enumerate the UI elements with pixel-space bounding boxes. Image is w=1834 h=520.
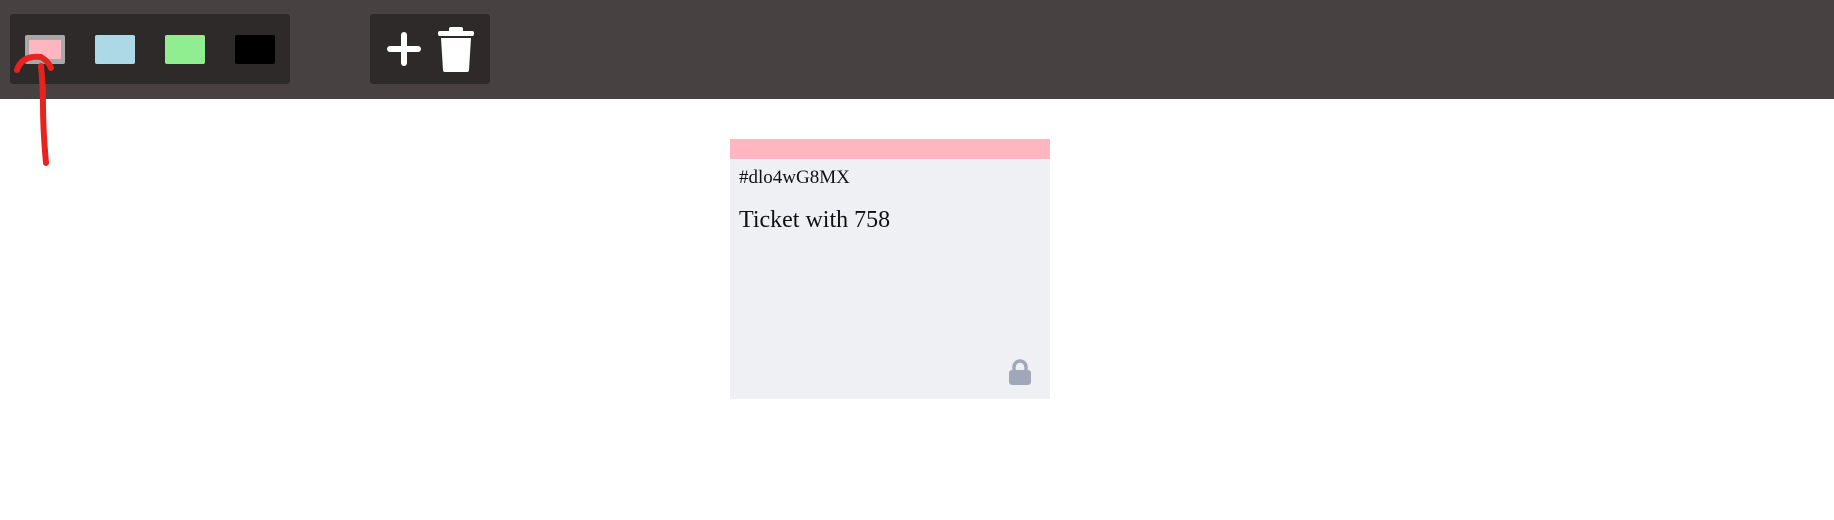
color-swatch-black[interactable] xyxy=(235,35,275,64)
color-swatch-light-green[interactable] xyxy=(165,35,205,64)
ticket-card[interactable]: #dlo4wG8MX Ticket with 758 xyxy=(730,139,1050,399)
ticket-id: #dlo4wG8MX xyxy=(739,167,850,188)
ticket-text[interactable]: Ticket with 758 xyxy=(739,207,890,234)
lock-toggle[interactable] xyxy=(1007,358,1033,386)
color-picker-group xyxy=(10,14,290,84)
toolbar xyxy=(0,0,1834,99)
swatch-pink-fill xyxy=(29,40,61,59)
ticket-color-bar xyxy=(730,139,1050,159)
ticket-actions-group xyxy=(370,14,490,84)
delete-ticket-button[interactable] xyxy=(432,24,480,72)
color-swatch-light-blue[interactable] xyxy=(95,35,135,64)
add-ticket-button[interactable] xyxy=(380,24,428,72)
color-swatch-pink[interactable] xyxy=(25,35,65,64)
lock-icon xyxy=(1009,359,1031,385)
plus-icon xyxy=(387,32,421,66)
trash-icon xyxy=(438,27,474,72)
